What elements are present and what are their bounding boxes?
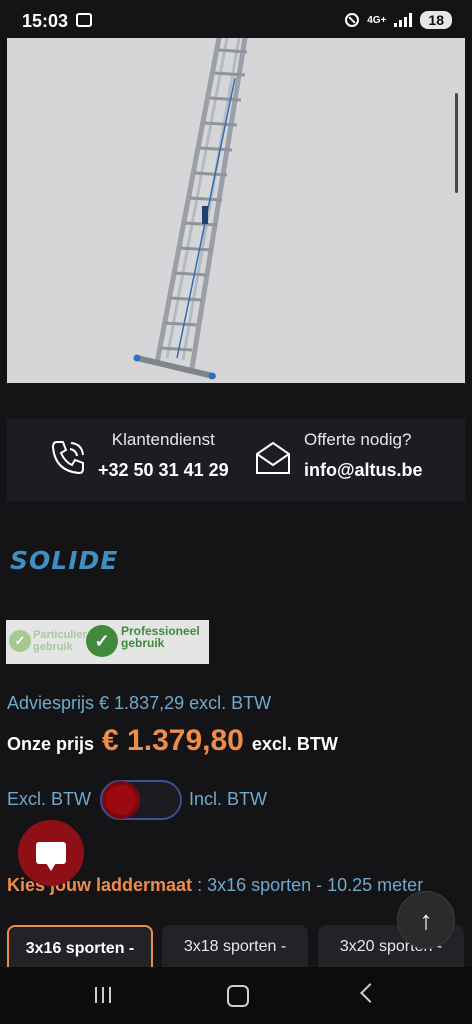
signal-icon <box>394 13 413 27</box>
size-option-3x16[interactable]: 3x16 sporten - <box>7 925 153 967</box>
status-time: 15:03 <box>22 11 69 31</box>
selected-size: : 3x16 sporten - 10.25 meter <box>192 875 424 895</box>
chat-bubble-icon <box>36 842 66 871</box>
recents-icon[interactable] <box>95 987 111 1003</box>
quote-request[interactable]: Offerte nodig? info@altus.be <box>304 430 423 481</box>
battery-level: 18 <box>420 11 452 29</box>
brand-logo[interactable]: SOLIDE <box>10 546 118 575</box>
customer-service[interactable]: Klantendienst +32 50 31 41 29 <box>98 430 229 481</box>
vat-toggle-row: Excl. BTW Incl. BTW <box>7 780 307 820</box>
size-option-3x18[interactable]: 3x18 sporten - <box>162 925 308 967</box>
envelope-icon <box>256 441 290 474</box>
system-nav-bar <box>0 967 472 1024</box>
screen-record-icon <box>76 13 92 27</box>
quote-label: Offerte nodig? <box>304 430 412 449</box>
arrow-up-icon: ↑ <box>419 904 433 935</box>
phone-number[interactable]: +32 50 31 41 29 <box>98 460 229 481</box>
price-row: Onze prijs € 1.379,80 excl. BTW <box>7 724 338 758</box>
contact-box: Klantendienst +32 50 31 41 29 Offerte no… <box>7 418 465 502</box>
price-amount: € 1.379,80 <box>102 724 244 757</box>
our-price-label: Onze prijs <box>7 734 95 754</box>
private-use-label: Particulier gebruik <box>33 629 87 653</box>
incl-vat-label[interactable]: Incl. BTW <box>189 789 267 810</box>
vat-toggle-switch[interactable] <box>100 780 182 820</box>
product-image[interactable] <box>7 38 465 383</box>
toggle-knob <box>106 785 136 815</box>
excl-vat-label[interactable]: Excl. BTW <box>7 789 91 810</box>
status-bar: 15:03 4G+ 18 <box>0 0 472 42</box>
advice-price: Adviesprijs € 1.837,29 excl. BTW <box>7 693 272 713</box>
status-icons: 4G+ 18 <box>345 11 452 29</box>
scroll-to-top-button[interactable]: ↑ <box>397 891 455 949</box>
do-not-disturb-icon <box>345 13 360 27</box>
check-icon: ✓ <box>86 625 118 657</box>
usage-badges: ✓ Particulier gebruik ✓ Professioneel ge… <box>6 620 209 664</box>
home-icon[interactable] <box>227 985 249 1007</box>
chat-button[interactable] <box>18 820 84 886</box>
customer-service-label: Klantendienst <box>111 430 215 449</box>
email-address[interactable]: info@altus.be <box>304 460 423 481</box>
phone-icon <box>51 441 84 475</box>
price-vat-note: excl. BTW <box>251 734 338 754</box>
professional-use-label: Professioneel gebruik <box>121 624 200 650</box>
image-scrollbar[interactable] <box>455 93 458 193</box>
network-type: 4G+ <box>367 14 387 26</box>
ladder-illustration <box>133 38 248 380</box>
back-icon[interactable] <box>360 983 380 1003</box>
check-icon: ✓ <box>9 630 31 652</box>
